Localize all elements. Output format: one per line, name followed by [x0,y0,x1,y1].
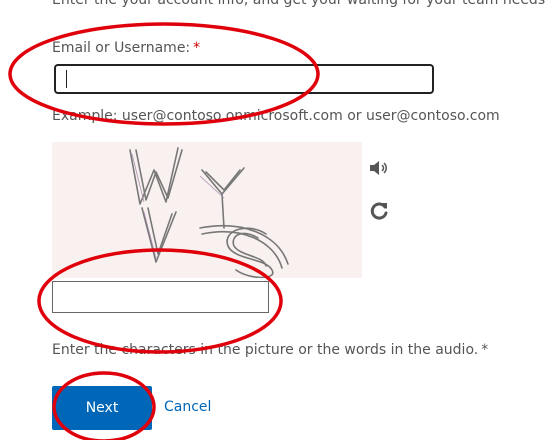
audio-captcha-button[interactable] [368,158,390,178]
captcha-required-marker: * [481,342,489,358]
intro-text: Enter the your account info, and get you… [52,0,546,8]
next-button[interactable]: Next [52,386,152,430]
captcha-drawing [129,147,289,279]
email-example-text: Example: user@contoso.onmicrosoft.com or… [52,108,500,124]
captcha-input[interactable] [52,281,269,313]
email-input[interactable] [54,64,434,94]
refresh-icon [370,202,388,220]
refresh-captcha-button[interactable] [368,200,390,222]
captcha-image [52,142,362,279]
email-label-text: Email or Username: [52,40,191,56]
required-marker: * [193,40,201,56]
email-label: Email or Username: * [52,40,200,56]
captcha-instruction-text: Enter the characters in the picture or t… [52,342,479,358]
captcha-instruction: Enter the characters in the picture or t… [52,342,488,358]
speaker-icon [370,161,387,175]
text-caret [66,70,67,88]
cancel-link[interactable]: Cancel [164,399,211,415]
